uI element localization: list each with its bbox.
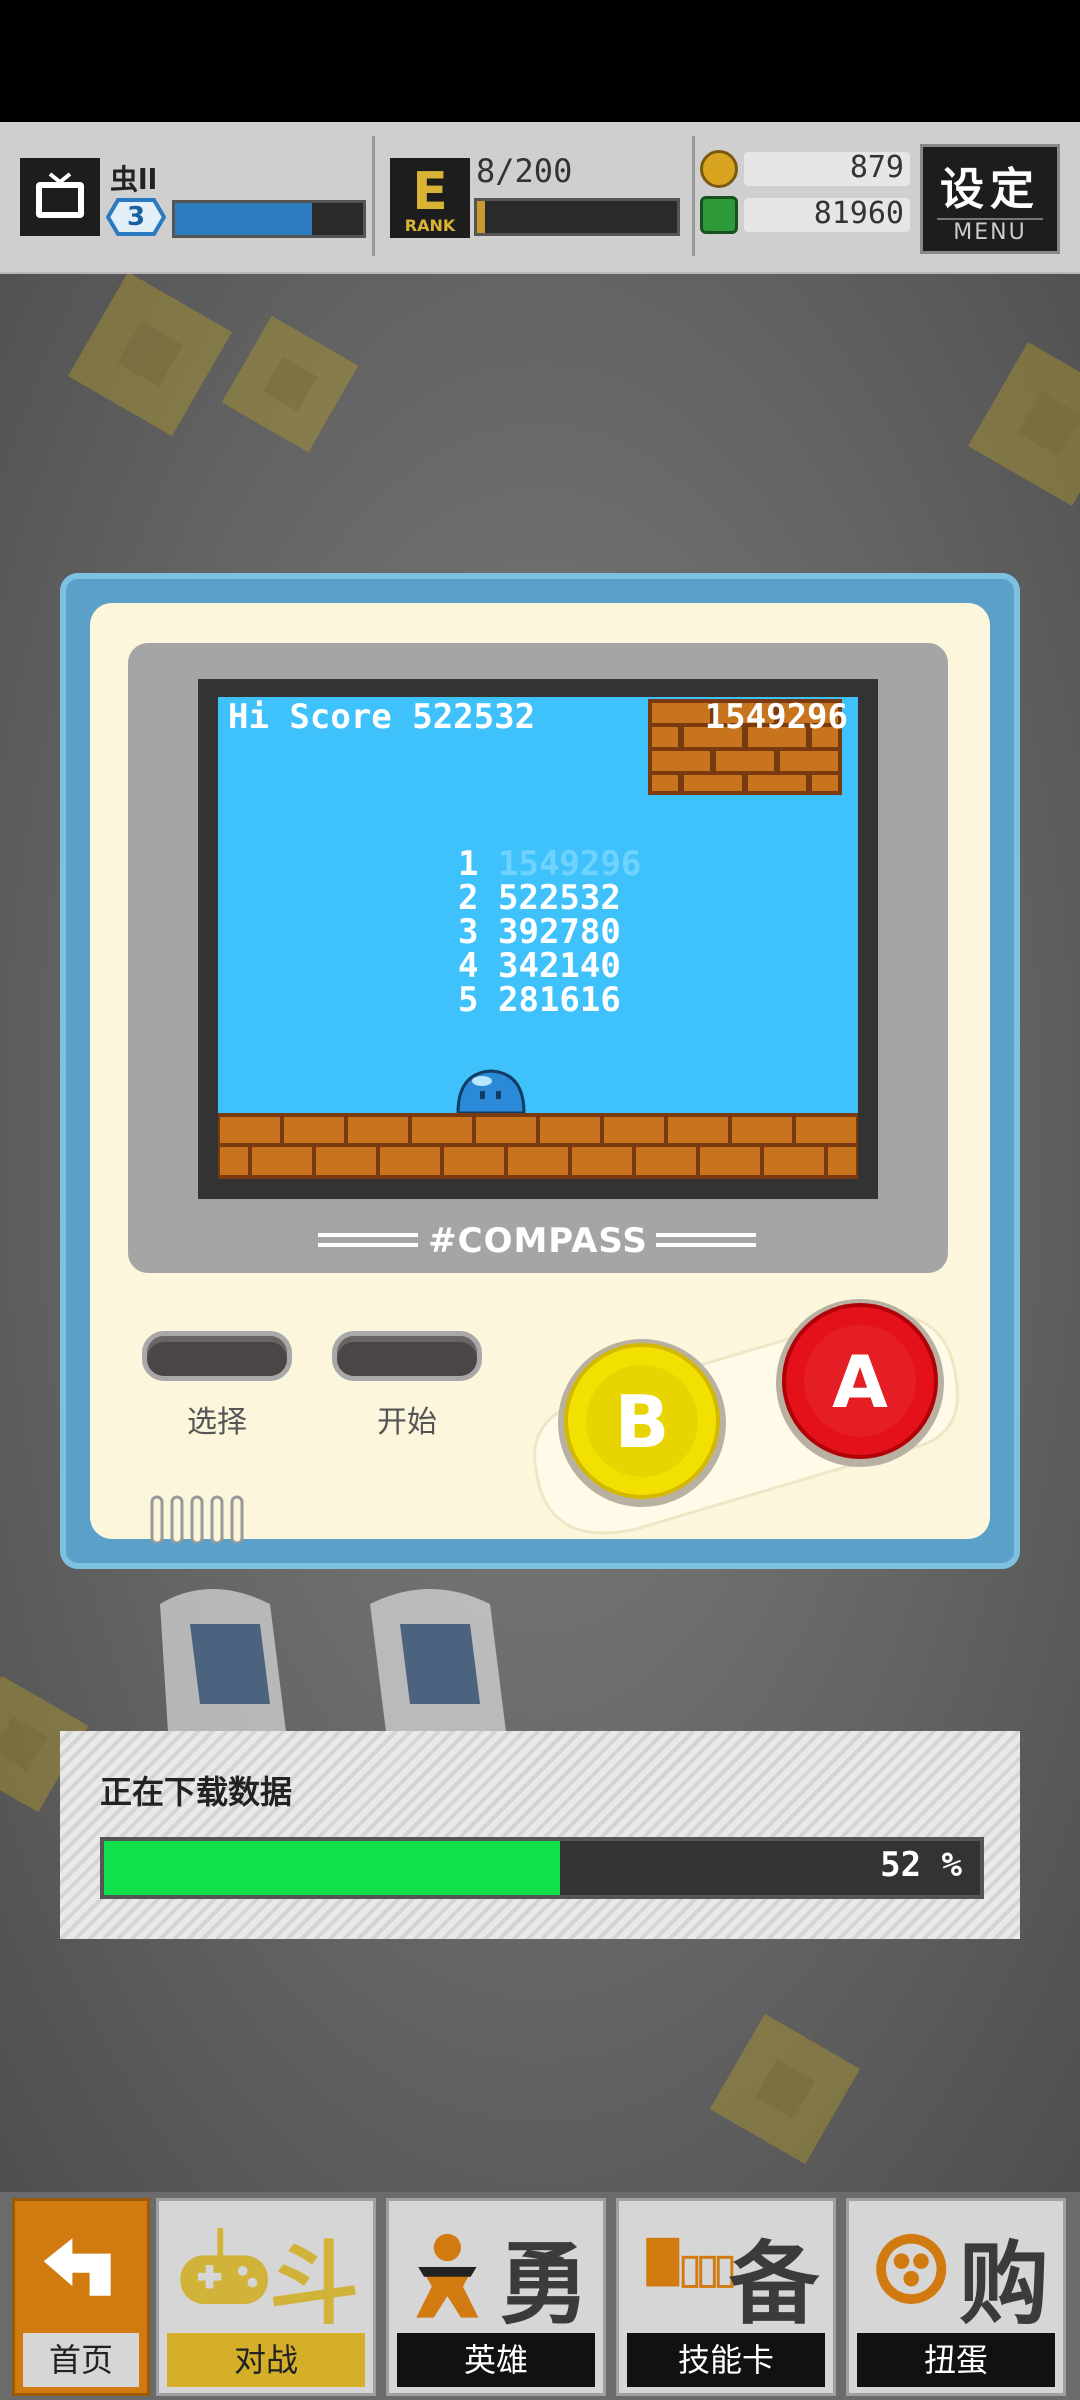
nav-label-skill-cards: 技能卡: [627, 2333, 825, 2387]
a-button[interactable]: A: [770, 1293, 950, 1473]
current-score-text: 1549296: [704, 697, 848, 737]
download-status-label: 正在下载数据: [100, 1773, 293, 1811]
rank-fill: [477, 201, 485, 233]
console-body: Hi Score 522532 1549296 1 1549296 2 522532…: [90, 603, 990, 1543]
game-sky: Hi Score 522532 1549296 1 1549296 2 522532…: [218, 697, 858, 1179]
leaderboard-row: 5 281616: [458, 980, 621, 1020]
coin-icon: [700, 150, 738, 188]
status-bar: [0, 0, 1080, 122]
slime-icon: [456, 1069, 526, 1113]
top-header: 虫ll 3 E RANK 8/200 879 81960 设定 MENU: [0, 122, 1080, 274]
screen-bezel: Hi Score 522532 1549296 1 1549296 2 522532…: [128, 643, 948, 1273]
game-screen: Hi Score 522532 1549296 1 1549296 2 522532…: [198, 679, 878, 1199]
nav-label-heroes: 英雄: [397, 2333, 595, 2387]
bottom-nav: 首页 斗 对战 勇 英雄 备 技能卡 购 扭蛋: [0, 2192, 1080, 2400]
level-badge: 3: [106, 198, 166, 236]
download-panel: 正在下载数据 52 %: [60, 1731, 1020, 1939]
leaderboard-row: 1 1549296: [458, 844, 642, 884]
coin-value: 879: [849, 150, 904, 185]
rank-progress-text: 8/200: [476, 152, 573, 190]
coin-counter: 879: [700, 148, 910, 188]
brand-label: #COMPASS: [428, 1221, 648, 1261]
decor-square: [221, 315, 359, 453]
header-divider: [372, 136, 375, 256]
nav-label-home: 首页: [23, 2333, 139, 2387]
header-divider: [692, 136, 695, 256]
gem-counter: 81960: [700, 194, 910, 234]
gem-icon: [700, 196, 738, 234]
nav-tab-battle[interactable]: 斗 对战: [156, 2198, 376, 2396]
nav-big-char: 勇: [499, 2232, 589, 2337]
leaderboard-row: 3 392780: [458, 912, 621, 952]
gem-value: 81960: [813, 196, 904, 231]
level-number: 3: [126, 202, 146, 232]
decor-square: [968, 342, 1080, 506]
menu-sub-label: MENU: [937, 218, 1043, 245]
rank-progress-bar: [474, 198, 680, 236]
download-progress-fill: [104, 1841, 560, 1895]
brand-decor-lines: [656, 1233, 756, 1247]
menu-title: 设定: [940, 164, 1040, 215]
download-percent: 52 %: [880, 1845, 962, 1885]
nav-tab-skill-cards[interactable]: 备 技能卡: [616, 2198, 836, 2396]
rank-word: RANK: [404, 216, 456, 235]
nav-big-char: 备: [729, 2232, 819, 2337]
brick-ground: [218, 1113, 858, 1179]
leaderboard: 1 1549296 2 522532 3 392780 4 342140 5 281616: [458, 847, 758, 1017]
nav-label-battle: 对战: [167, 2333, 365, 2387]
decor-square: [68, 274, 232, 436]
decor-square: [709, 2013, 861, 2165]
handheld-console: Hi Score 522532 1549296 1 1549296 2 522532…: [60, 573, 1020, 1569]
nav-big-char: 斗: [269, 2232, 359, 2337]
rank-icon[interactable]: E RANK: [390, 158, 470, 238]
speaker-grille-icon: [150, 1495, 244, 1543]
player-name: 虫ll: [110, 163, 158, 196]
nav-tab-home[interactable]: 首页: [12, 2198, 150, 2396]
menu-button[interactable]: 设定 MENU: [920, 144, 1060, 254]
download-progress-bar: 52 %: [100, 1837, 984, 1899]
nav-big-char: 购: [959, 2232, 1049, 2337]
start-label: 开始: [377, 1405, 437, 1440]
b-button[interactable]: B: [552, 1335, 732, 1511]
start-button[interactable]: [332, 1331, 482, 1381]
select-label: 选择: [187, 1405, 247, 1440]
nav-label-gacha: 扭蛋: [857, 2333, 1055, 2387]
svg-text:B: B: [615, 1380, 670, 1464]
hi-score-text: Hi Score 522532: [228, 697, 536, 737]
nav-tab-heroes[interactable]: 勇 英雄: [386, 2198, 606, 2396]
rank-letter: E: [412, 162, 448, 222]
svg-text:A: A: [832, 1340, 888, 1424]
exp-bar: [172, 200, 366, 238]
back-arrow-icon: [43, 2238, 111, 2296]
leaderboard-row: 2 522532: [458, 878, 621, 918]
tv-icon[interactable]: [20, 158, 100, 236]
nav-tab-gacha[interactable]: 购 扭蛋: [846, 2198, 1066, 2396]
select-button[interactable]: [142, 1331, 292, 1381]
leaderboard-row: 4 342140: [458, 946, 621, 986]
exp-fill: [175, 203, 313, 235]
